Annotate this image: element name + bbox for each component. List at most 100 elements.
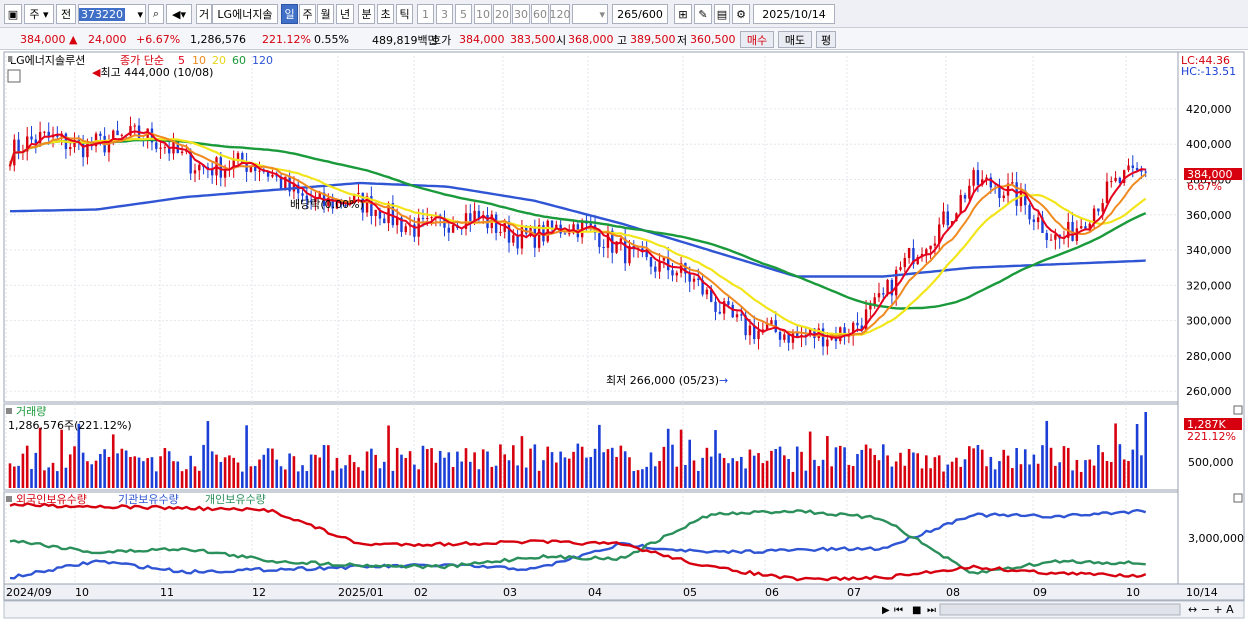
scroll-thumb[interactable] — [939, 603, 1181, 616]
candle-body — [30, 136, 33, 140]
volume-bar — [1058, 462, 1061, 488]
change-value: 24,000 — [88, 33, 127, 46]
x-axis-label: 09 — [1033, 586, 1047, 599]
candle-body — [1131, 165, 1134, 169]
candle-body — [1015, 182, 1018, 206]
eval-button[interactable]: 평 — [816, 31, 836, 48]
candle-body — [757, 330, 760, 340]
interval-10[interactable]: 10 — [474, 4, 492, 24]
tab-week[interactable]: 주 — [299, 4, 316, 24]
volume-bar — [950, 461, 954, 488]
volume-bar — [90, 464, 94, 488]
date-input[interactable]: 2025/10/14 — [753, 4, 835, 24]
candle-body — [516, 235, 519, 249]
candle-body — [1049, 239, 1053, 241]
interval-dropdown[interactable]: ▾ — [572, 4, 608, 24]
candle-body — [219, 157, 222, 178]
volume-bar — [507, 460, 511, 488]
stop-icon[interactable]: ■ — [912, 605, 921, 616]
volume-bar — [1023, 449, 1027, 488]
count-input[interactable]: 265/600 — [612, 4, 668, 24]
candle-body — [873, 297, 876, 304]
search-icon[interactable]: ⌕ — [148, 4, 164, 24]
volume-bar — [1019, 464, 1023, 488]
volume-bar — [322, 445, 326, 488]
volume-bar — [314, 454, 317, 488]
scroll-right-icon[interactable]: ▶ — [882, 605, 890, 616]
price-tick-label: 360,000 — [1186, 209, 1232, 222]
interval-3[interactable]: 3 — [436, 4, 453, 24]
chart-svg[interactable]: 420,000400,000380,000360,000340,000320,0… — [0, 50, 1248, 621]
volume-bar — [937, 455, 941, 488]
volume-bar — [456, 451, 459, 488]
candle-body — [180, 151, 184, 154]
prev-button[interactable]: 전 — [56, 4, 76, 24]
volume-bar — [714, 430, 717, 488]
scroll-last-icon[interactable]: ⏭ — [927, 605, 936, 616]
tab-second[interactable]: 초 — [377, 4, 394, 24]
volume-bar — [830, 466, 833, 488]
volume-value: 1,286,576 — [190, 33, 246, 46]
volume-bar — [413, 464, 416, 488]
volume-bar — [202, 444, 205, 488]
candle-body — [1028, 205, 1031, 220]
volume-bar — [253, 465, 257, 488]
chart-area[interactable]: 420,000400,000380,000360,000340,000320,0… — [0, 50, 1248, 621]
candle-body — [1032, 219, 1036, 223]
candle-body — [258, 170, 261, 172]
window-icon[interactable]: ▣ — [4, 4, 22, 24]
tab-day[interactable]: 일 — [281, 4, 298, 24]
candle-body — [1054, 234, 1057, 240]
volume-bar — [417, 469, 420, 488]
save-icon[interactable]: ▤ — [714, 4, 730, 24]
speaker-icon[interactable]: ◀▾ — [166, 4, 192, 24]
tab-month[interactable]: 월 — [317, 4, 334, 24]
volume-bar — [1092, 465, 1096, 488]
draw-tool-icon[interactable]: ✎ — [694, 4, 712, 24]
code-input[interactable]: 373220 ▾ — [78, 4, 146, 24]
volume-bar — [1002, 449, 1006, 488]
volume-bar — [752, 455, 756, 488]
current-pct-text: 6.67% — [1187, 180, 1222, 193]
interval-20[interactable]: 20 — [493, 4, 511, 24]
interval-1[interactable]: 1 — [417, 4, 434, 24]
sell-button[interactable]: 매도 — [778, 31, 812, 48]
volume-bar — [628, 457, 631, 488]
interval-120[interactable]: 120 — [550, 4, 571, 24]
buy-button[interactable]: 매수 — [740, 31, 774, 48]
tab-year[interactable]: 년 — [336, 4, 354, 24]
price-text: 384,000 — [20, 33, 66, 46]
volume-bar — [438, 450, 442, 488]
candle-body — [1144, 171, 1147, 173]
volume-bar — [124, 450, 128, 488]
interval-5[interactable]: 5 — [455, 4, 472, 24]
volume-bar — [443, 457, 446, 488]
volume-bar — [378, 468, 382, 488]
crosshair-icon[interactable]: ⊞ — [674, 4, 692, 24]
scroll-first-icon[interactable]: ⏮ — [894, 605, 903, 616]
table-icon[interactable] — [7, 69, 21, 83]
interval-30[interactable]: 30 — [512, 4, 530, 24]
market-select[interactable]: 주 ▾ — [24, 4, 54, 24]
volume-bar — [722, 458, 726, 488]
candle-body — [1045, 232, 1048, 241]
type-label[interactable]: 거 — [196, 4, 212, 24]
candle-body — [602, 246, 605, 248]
volume-bar — [619, 445, 623, 488]
tab-minute[interactable]: 분 — [358, 4, 375, 24]
zoom-icons[interactable]: ↔ − + A — [1188, 603, 1234, 616]
candle-body — [1011, 182, 1014, 184]
volume-bar — [795, 446, 799, 488]
volume-bar — [740, 456, 743, 488]
tab-tick[interactable]: 틱 — [396, 4, 413, 24]
close-icon[interactable] — [1233, 493, 1243, 503]
interval-60[interactable]: 60 — [531, 4, 549, 24]
candle-body — [155, 142, 158, 149]
close-icon[interactable] — [1233, 405, 1243, 415]
volume-bar — [460, 461, 463, 488]
candle-body — [933, 243, 937, 246]
gear-icon[interactable]: ⚙ — [732, 4, 750, 24]
volume-bar — [881, 444, 885, 488]
candle-body — [598, 232, 601, 247]
volume-bar — [1049, 447, 1053, 488]
